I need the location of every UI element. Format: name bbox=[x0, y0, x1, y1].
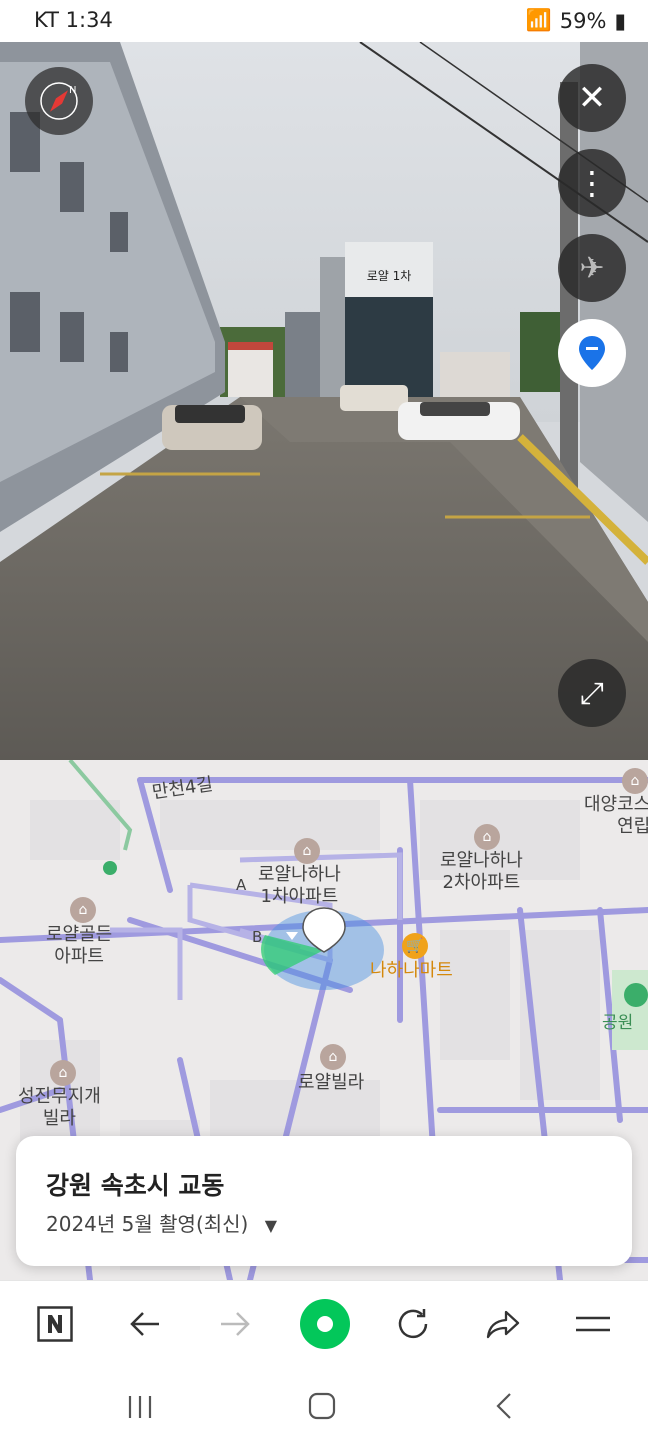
poi-daeyang[interactable]: 대양코스 연립 bbox=[584, 794, 648, 838]
apartment-icon: ⌂ bbox=[622, 768, 648, 794]
green-dot-icon[interactable] bbox=[298, 1297, 352, 1351]
home-icon[interactable] bbox=[306, 1390, 338, 1426]
block-b-label: B bbox=[252, 928, 263, 946]
carrier-time: KT 1:34 bbox=[34, 8, 113, 32]
street-view-panorama[interactable]: 로얄 1차 N ✕ ⋮ ✈ ⤢ bbox=[0, 42, 648, 760]
capture-date-dropdown[interactable]: 2024년 5월 촬영(최신) ▼ bbox=[46, 1208, 277, 1237]
recent-apps-icon[interactable] bbox=[124, 1390, 156, 1426]
block-a-label: A bbox=[236, 876, 247, 894]
naver-icon[interactable] bbox=[32, 1301, 78, 1347]
street-photo: 로얄 1차 bbox=[0, 42, 648, 760]
reload-icon[interactable] bbox=[390, 1301, 436, 1347]
capture-date-text: 2024년 5월 촬영(최신) bbox=[46, 1212, 249, 1236]
close-icon[interactable]: ✕ bbox=[558, 64, 626, 132]
park-label: 공원 bbox=[602, 1013, 633, 1033]
apartment-icon: ⌂ bbox=[50, 1060, 76, 1086]
poi-royal-villa[interactable]: 로얄빌라 bbox=[298, 1072, 364, 1094]
back-arrow-icon[interactable] bbox=[122, 1301, 168, 1347]
location-info-card[interactable]: 강원 속초시 교동 2024년 5월 촬영(최신) ▼ bbox=[16, 1136, 632, 1266]
map-pin-icon[interactable] bbox=[558, 319, 626, 387]
wifi-icon: 📶 bbox=[525, 8, 552, 32]
back-icon[interactable] bbox=[490, 1390, 522, 1426]
status-bar: KT 1:34 📶 59% ▮ bbox=[0, 0, 648, 42]
poi-royal-hana-1[interactable]: 로얄나하나 1차아파트 bbox=[258, 864, 341, 908]
building-sign: 로얄 1차 bbox=[367, 268, 412, 283]
share-icon[interactable] bbox=[480, 1301, 526, 1347]
compass-icon[interactable]: N bbox=[25, 67, 93, 135]
apartment-icon: ⌂ bbox=[320, 1044, 346, 1070]
browser-toolbar bbox=[0, 1280, 648, 1366]
poi-nahana-mart[interactable]: 나하나마트 bbox=[370, 960, 453, 982]
caret-down-icon: ▼ bbox=[264, 1216, 278, 1235]
apartment-icon: ⌂ bbox=[474, 824, 500, 850]
location-title: 강원 속초시 교동 bbox=[46, 1171, 225, 1200]
airplane-icon[interactable]: ✈ bbox=[558, 234, 626, 302]
menu-icon[interactable] bbox=[570, 1301, 616, 1347]
svg-text:N: N bbox=[69, 85, 76, 96]
system-nav-bar bbox=[0, 1366, 648, 1445]
mart-icon: 🛒 bbox=[402, 933, 428, 959]
apartment-icon: ⌂ bbox=[70, 897, 96, 923]
expand-icon[interactable]: ⤢ bbox=[558, 659, 626, 727]
forward-arrow-icon[interactable] bbox=[212, 1301, 258, 1347]
poi-royal-hana-2[interactable]: 로얄나하나 2차아파트 bbox=[440, 850, 523, 894]
battery-text: 59% bbox=[559, 8, 607, 33]
poi-seongjin[interactable]: 성진무지개 빌라 bbox=[18, 1086, 101, 1130]
more-vertical-icon[interactable]: ⋮ bbox=[558, 149, 626, 217]
apartment-icon: ⌂ bbox=[294, 838, 320, 864]
poi-royal-golden[interactable]: 로얄골든 아파트 bbox=[46, 924, 112, 968]
battery-icon: ▮ bbox=[614, 8, 626, 33]
